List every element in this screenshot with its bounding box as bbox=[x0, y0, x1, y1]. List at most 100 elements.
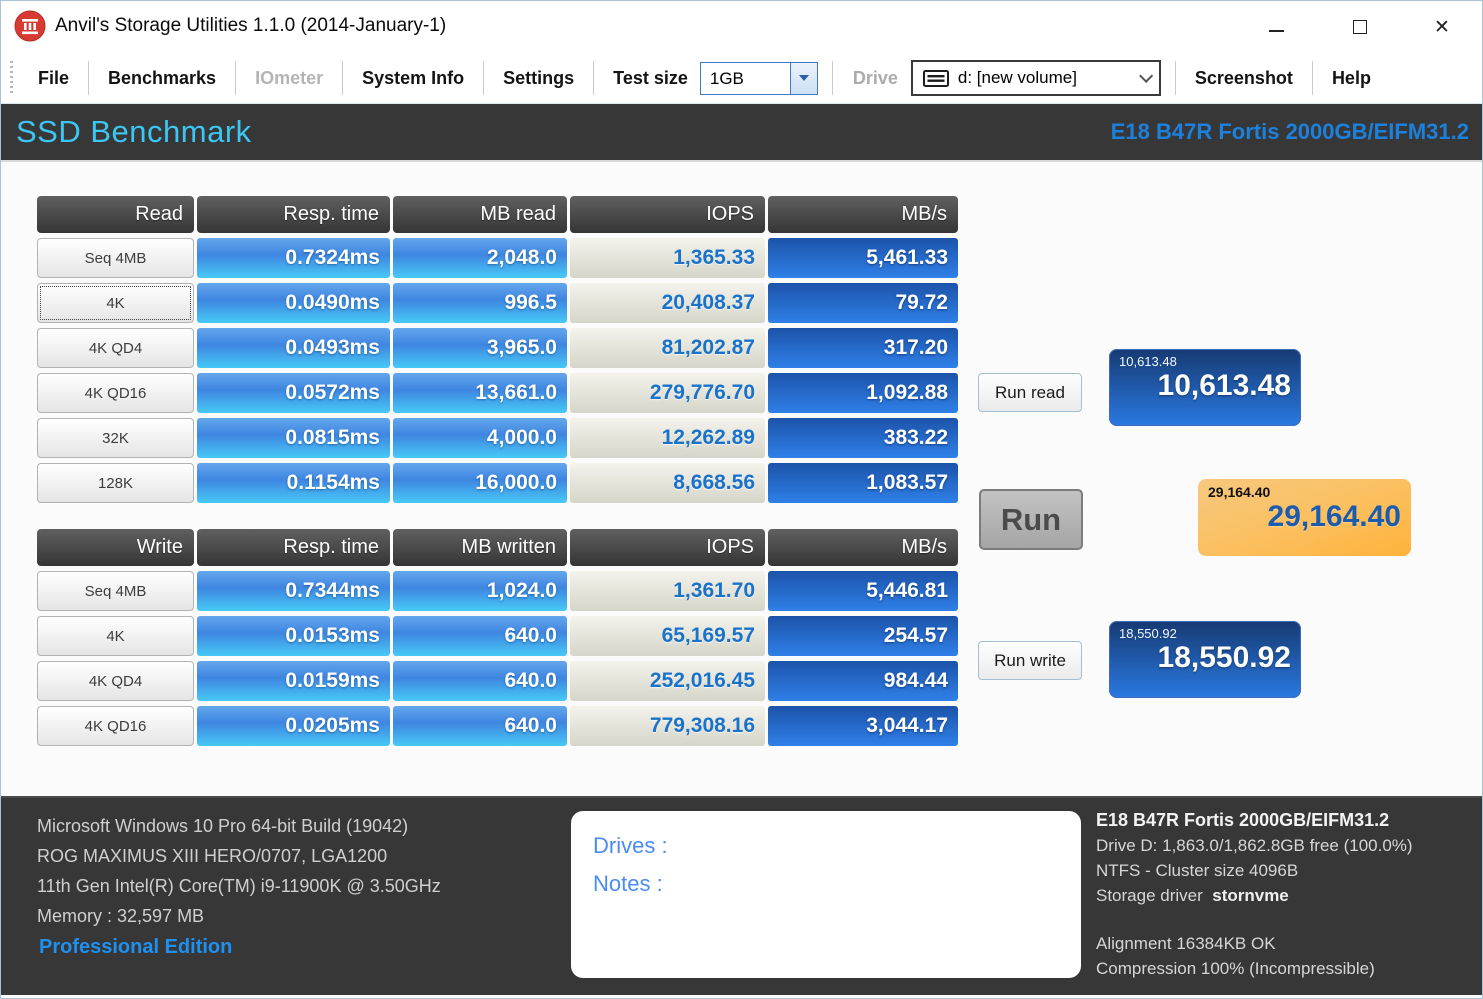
drive-compression: Compression 100% (Incompressible) bbox=[1096, 956, 1413, 981]
read-4k-mbs: 79.72 bbox=[768, 283, 958, 323]
read-test-4kqd16-button[interactable]: 4K QD16 bbox=[37, 373, 194, 413]
read-32k-iops: 12,262.89 bbox=[570, 418, 765, 458]
app-window: Anvil's Storage Utilities 1.1.0 (2014-Ja… bbox=[0, 0, 1483, 999]
write-score-small: 18,550.92 bbox=[1119, 626, 1291, 641]
read-seq4mb-resp: 0.7324ms bbox=[197, 238, 390, 278]
write-score-box: 18,550.92 18,550.92 bbox=[1109, 621, 1301, 698]
test-size-dropdown-button[interactable] bbox=[790, 63, 817, 94]
chevron-down-icon bbox=[799, 75, 809, 81]
total-score-box: 29,164.40 29,164.40 bbox=[1198, 479, 1411, 556]
menu-iometer: IOmeter bbox=[236, 68, 342, 89]
read-4k-iops: 20,408.37 bbox=[570, 283, 765, 323]
read-test-128k-button[interactable]: 128K bbox=[37, 463, 194, 503]
read-score-value: 10,613.48 bbox=[1119, 369, 1291, 404]
write-4kqd16-iops: 779,308.16 bbox=[570, 706, 765, 746]
write-seq4mb-mbs: 5,446.81 bbox=[768, 571, 958, 611]
spacer bbox=[1096, 908, 1413, 931]
test-size-value: 1GB bbox=[701, 63, 790, 94]
footer-panel: Microsoft Windows 10 Pro 64-bit Build (1… bbox=[1, 796, 1482, 995]
read-4k-resp: 0.0490ms bbox=[197, 283, 390, 323]
drive-capacity: Drive D: 1,863.0/1,862.8GB free (100.0%) bbox=[1096, 833, 1413, 858]
read-128k-mb: 16,000.0 bbox=[393, 463, 567, 503]
menu-bar: File Benchmarks IOmeter System Info Sett… bbox=[1, 53, 1482, 104]
write-test-seq4mb-button[interactable]: Seq 4MB bbox=[37, 571, 194, 611]
read-test-32k-button[interactable]: 32K bbox=[37, 418, 194, 458]
menu-screenshot[interactable]: Screenshot bbox=[1176, 68, 1312, 89]
cpu-info: 11th Gen Intel(R) Core(TM) i9-11900K @ 3… bbox=[37, 871, 441, 901]
menu-file[interactable]: File bbox=[19, 68, 88, 89]
menu-settings[interactable]: Settings bbox=[484, 68, 593, 89]
close-button[interactable]: ✕ bbox=[1425, 11, 1459, 43]
benchmark-header-band: SSD Benchmark E18 B47R Fortis 2000GB/EIF… bbox=[1, 104, 1482, 162]
drive-model: E18 B47R Fortis 2000GB/EIFM31.2 bbox=[1096, 808, 1413, 833]
notes-label: Notes : bbox=[593, 865, 1059, 903]
app-anvil-icon bbox=[14, 10, 46, 42]
read-128k-mbs: 1,083.57 bbox=[768, 463, 958, 503]
read-4kqd16-iops: 279,776.70 bbox=[570, 373, 765, 413]
write-4kqd4-mbs: 984.44 bbox=[768, 661, 958, 701]
read-128k-iops: 8,668.56 bbox=[570, 463, 765, 503]
write-test-4k-button[interactable]: 4K bbox=[37, 616, 194, 656]
read-4kqd4-resp: 0.0493ms bbox=[197, 328, 390, 368]
run-write-button[interactable]: Run write bbox=[978, 641, 1082, 680]
menu-benchmarks[interactable]: Benchmarks bbox=[89, 68, 235, 89]
write-test-4kqd16-button[interactable]: 4K QD16 bbox=[37, 706, 194, 746]
test-size-select[interactable]: 1GB bbox=[700, 62, 818, 95]
run-read-button[interactable]: Run read bbox=[978, 373, 1082, 412]
write-4k-resp: 0.0153ms bbox=[197, 616, 390, 656]
maximize-icon bbox=[1353, 20, 1367, 34]
write-header-mb: MB written bbox=[393, 529, 567, 566]
write-4kqd4-mb: 640.0 bbox=[393, 661, 567, 701]
drive-info-block: E18 B47R Fortis 2000GB/EIFM31.2 Drive D:… bbox=[1096, 808, 1413, 981]
write-test-4kqd4-button[interactable]: 4K QD4 bbox=[37, 661, 194, 701]
page-title: SSD Benchmark bbox=[16, 114, 252, 150]
toolbar-grip[interactable] bbox=[10, 61, 13, 95]
read-4k-mb: 996.5 bbox=[393, 283, 567, 323]
read-seq4mb-mb: 2,048.0 bbox=[393, 238, 567, 278]
window-title: Anvil's Storage Utilities 1.1.0 (2014-Ja… bbox=[55, 15, 446, 37]
read-header-mb: MB read bbox=[393, 196, 567, 233]
system-info-block: Microsoft Windows 10 Pro 64-bit Build (1… bbox=[37, 811, 441, 931]
storage-driver-value: stornvme bbox=[1212, 886, 1289, 905]
write-table: Write Resp. time MB written IOPS MB/s Se… bbox=[37, 529, 958, 746]
run-button[interactable]: Run bbox=[979, 489, 1083, 550]
menu-help[interactable]: Help bbox=[1313, 68, 1390, 89]
os-info: Microsoft Windows 10 Pro 64-bit Build (1… bbox=[37, 811, 441, 841]
chevron-down-icon bbox=[1139, 69, 1153, 83]
drive-storage-driver: Storage driver stornvme bbox=[1096, 883, 1413, 908]
read-128k-resp: 0.1154ms bbox=[197, 463, 390, 503]
minimize-button[interactable] bbox=[1259, 11, 1293, 43]
write-seq4mb-mb: 1,024.0 bbox=[393, 571, 567, 611]
read-test-4k-button[interactable]: 4K bbox=[37, 283, 194, 323]
drive-value: d: [new volume] bbox=[958, 68, 1130, 88]
drive-icon bbox=[923, 70, 949, 87]
write-score-value: 18,550.92 bbox=[1119, 641, 1291, 676]
maximize-button[interactable] bbox=[1343, 11, 1377, 43]
title-bar: Anvil's Storage Utilities 1.1.0 (2014-Ja… bbox=[1, 1, 1482, 53]
read-score-box: 10,613.48 10,613.48 bbox=[1109, 349, 1301, 426]
drive-select[interactable]: d: [new volume] bbox=[911, 60, 1161, 96]
total-score-small: 29,164.40 bbox=[1208, 484, 1401, 500]
write-header-mbs: MB/s bbox=[768, 529, 958, 566]
read-score-small: 10,613.48 bbox=[1119, 354, 1291, 369]
write-header-label: Write bbox=[37, 529, 194, 566]
read-header-label: Read bbox=[37, 196, 194, 233]
motherboard-info: ROG MAXIMUS XIII HERO/0707, LGA1200 bbox=[37, 841, 441, 871]
write-4kqd4-iops: 252,016.45 bbox=[570, 661, 765, 701]
memory-info: Memory : 32,597 MB bbox=[37, 901, 441, 931]
write-4k-iops: 65,169.57 bbox=[570, 616, 765, 656]
read-seq4mb-iops: 1,365.33 bbox=[570, 238, 765, 278]
read-4kqd4-iops: 81,202.87 bbox=[570, 328, 765, 368]
read-4kqd4-mb: 3,965.0 bbox=[393, 328, 567, 368]
read-seq4mb-mbs: 5,461.33 bbox=[768, 238, 958, 278]
device-name: E18 B47R Fortis 2000GB/EIFM31.2 bbox=[1111, 119, 1469, 145]
read-4kqd16-mbs: 1,092.88 bbox=[768, 373, 958, 413]
drive-alignment: Alignment 16384KB OK bbox=[1096, 931, 1413, 956]
drive-filesystem: NTFS - Cluster size 4096B bbox=[1096, 858, 1413, 883]
read-32k-mbs: 383.22 bbox=[768, 418, 958, 458]
read-test-seq4mb-button[interactable]: Seq 4MB bbox=[37, 238, 194, 278]
drive-label: Drive bbox=[833, 68, 911, 89]
menu-system-info[interactable]: System Info bbox=[343, 68, 483, 89]
notes-box[interactable]: Drives : Notes : bbox=[571, 811, 1081, 978]
read-test-4kqd4-button[interactable]: 4K QD4 bbox=[37, 328, 194, 368]
